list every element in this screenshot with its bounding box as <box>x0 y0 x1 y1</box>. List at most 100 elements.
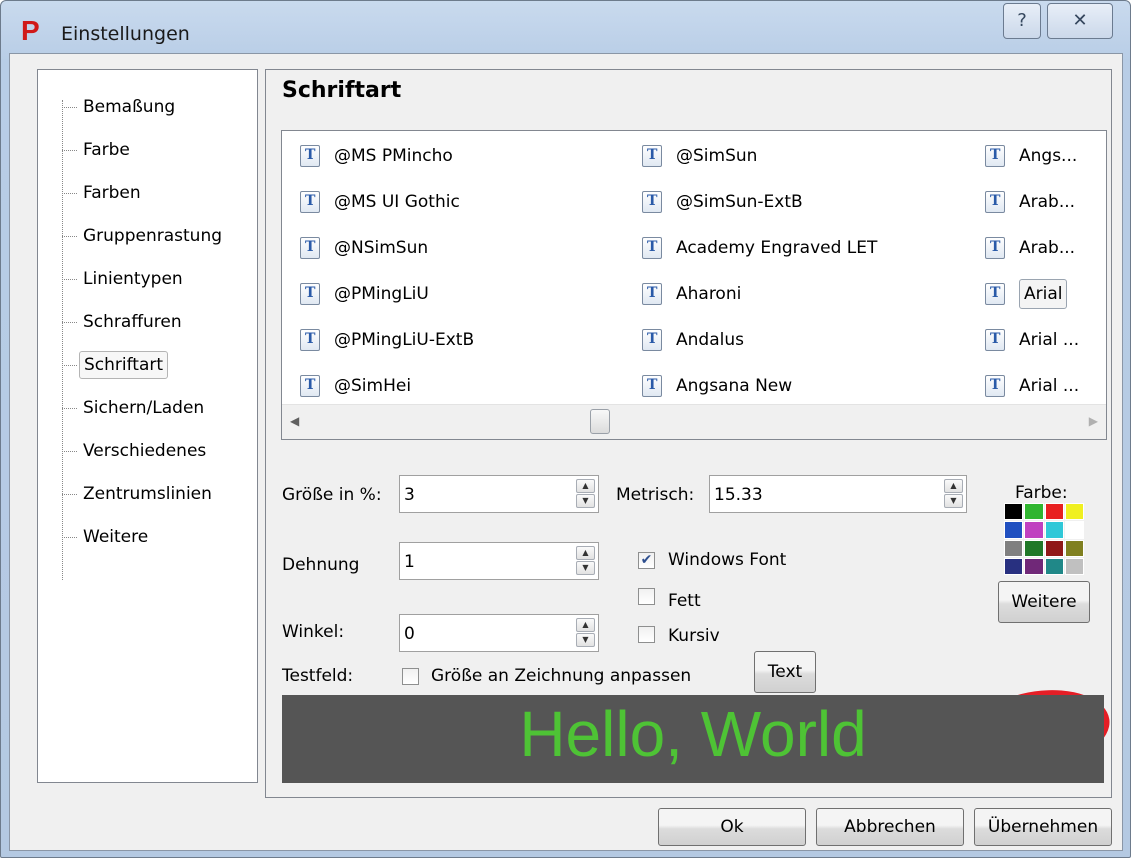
horizontal-scrollbar[interactable]: ◀ ▶ <box>282 404 1106 439</box>
spin-up-icon[interactable]: ▲ <box>576 479 595 493</box>
color-swatch[interactable] <box>1044 503 1064 521</box>
font-list-item[interactable]: @NSimSun <box>300 231 428 265</box>
angle-spinner[interactable]: 0 ▲ ▼ <box>399 614 599 652</box>
font-name: Arial ... <box>1019 376 1080 396</box>
font-list-item[interactable]: @MS UI Gothic <box>300 185 460 219</box>
color-palette[interactable] <box>1004 503 1084 575</box>
color-swatch[interactable] <box>1044 557 1064 575</box>
color-swatch[interactable] <box>1004 557 1024 575</box>
windows-font-checkbox[interactable]: ✔ <box>638 552 655 569</box>
close-button[interactable]: ✕ <box>1047 3 1113 39</box>
color-swatch[interactable] <box>1064 557 1084 575</box>
title-bar[interactable]: P Einstellungen ? ✕ <box>1 1 1130 61</box>
font-list-item[interactable]: Arab... <box>985 231 1075 265</box>
color-swatch[interactable] <box>1044 539 1064 557</box>
size-spinner[interactable]: 3 ▲ ▼ <box>399 475 599 513</box>
font-list-item[interactable]: @SimSun-ExtB <box>642 185 803 219</box>
metric-spinner[interactable]: 15.33 ▲ ▼ <box>709 475 967 513</box>
text-button[interactable]: Text <box>754 651 816 693</box>
color-swatch[interactable] <box>1044 521 1064 539</box>
font-list-item[interactable]: @PMingLiU-ExtB <box>300 323 474 357</box>
tree-connector <box>62 536 77 538</box>
italic-checkbox[interactable] <box>638 626 655 643</box>
truetype-font-icon <box>642 283 662 305</box>
font-list-item[interactable]: Aharoni <box>642 277 741 311</box>
tree-item[interactable]: Weitere <box>62 522 152 552</box>
color-swatch[interactable] <box>1064 539 1084 557</box>
scroll-right-icon[interactable]: ▶ <box>1089 414 1098 428</box>
font-list-item[interactable]: @SimHei <box>300 369 411 403</box>
help-button[interactable]: ? <box>1003 3 1041 39</box>
fit-to-drawing-checkbox[interactable] <box>402 668 419 685</box>
spin-up-icon[interactable]: ▲ <box>944 479 963 493</box>
spin-down-icon[interactable]: ▼ <box>576 494 595 508</box>
spin-up-icon[interactable]: ▲ <box>576 618 595 632</box>
spin-down-icon[interactable]: ▼ <box>576 561 595 575</box>
font-name: Arial ... <box>1019 330 1080 350</box>
apply-button[interactable]: Übernehmen <box>974 808 1112 846</box>
font-list-item[interactable]: @PMingLiU <box>300 277 429 311</box>
tree-item[interactable]: Farbe <box>62 135 134 165</box>
color-swatch[interactable] <box>1064 521 1084 539</box>
fit-to-drawing-label: Größe an Zeichnung anpassen <box>431 666 692 686</box>
color-swatch[interactable] <box>1024 557 1044 575</box>
font-list-item[interactable]: Arial ... <box>985 369 1079 403</box>
color-swatch[interactable] <box>1004 539 1024 557</box>
font-list-item[interactable]: Angsana New <box>642 369 792 403</box>
truetype-font-icon <box>985 237 1005 259</box>
tree-item[interactable]: Gruppenrastung <box>62 221 226 251</box>
color-swatch[interactable] <box>1004 521 1024 539</box>
tree-item[interactable]: Farben <box>62 178 145 208</box>
font-name: Andalus <box>676 330 744 350</box>
color-swatch[interactable] <box>1024 539 1044 557</box>
spin-up-icon[interactable]: ▲ <box>576 546 595 560</box>
windows-font-label: Windows Font <box>668 550 787 570</box>
spin-down-icon[interactable]: ▼ <box>576 633 595 647</box>
tree-item[interactable]: Linientypen <box>62 264 187 294</box>
ok-button[interactable]: Ok <box>658 808 806 846</box>
spin-down-icon[interactable]: ▼ <box>944 494 963 508</box>
tree-connector <box>62 235 77 237</box>
color-swatch[interactable] <box>1024 521 1044 539</box>
truetype-font-icon <box>300 191 320 213</box>
font-list-item[interactable]: Academy Engraved LET <box>642 231 877 265</box>
font-list-item[interactable]: Arial ... <box>985 323 1079 357</box>
more-colors-button[interactable]: Weitere <box>998 581 1090 623</box>
font-name: @PMingLiU <box>334 284 429 304</box>
tree-item[interactable]: Zentrumslinien <box>62 479 216 509</box>
font-name: Aharoni <box>676 284 742 304</box>
font-list-item[interactable]: Andalus <box>642 323 744 357</box>
tree-item[interactable]: Verschiedenes <box>62 436 210 466</box>
truetype-font-icon <box>300 145 320 167</box>
truetype-font-icon <box>300 375 320 397</box>
stretch-spinner[interactable]: 1 ▲ ▼ <box>399 542 599 580</box>
tree-item-label: Gruppenrastung <box>83 226 223 246</box>
color-swatch[interactable] <box>1004 503 1024 521</box>
font-name: @MS PMincho <box>334 146 453 166</box>
font-list-item[interactable]: Arial <box>985 277 1068 311</box>
tree-item-label: Bemaßung <box>83 97 176 117</box>
tree-item[interactable]: Schriftart <box>62 350 169 380</box>
truetype-font-icon <box>985 329 1005 351</box>
tree-item[interactable]: Bemaßung <box>62 92 179 122</box>
cancel-button[interactable]: Abbrechen <box>816 808 964 846</box>
font-list[interactable]: @MS PMincho @MS UI Gothic @NSimSun @PMingLi… <box>281 130 1107 440</box>
color-swatch[interactable] <box>1024 503 1044 521</box>
tree-item-label: Weitere <box>83 527 149 547</box>
color-swatch[interactable] <box>1064 503 1084 521</box>
tree-item[interactable]: Sichern/Laden <box>62 393 208 423</box>
font-name: Arab... <box>1019 238 1076 258</box>
category-tree[interactable]: Bemaßung Farbe Farben Gruppenrastung Linient… <box>37 69 258 783</box>
tree-item-label: Farben <box>83 183 141 203</box>
italic-label: Kursiv <box>668 626 720 646</box>
tree-item[interactable]: Schraffuren <box>62 307 186 337</box>
font-list-item[interactable]: @MS PMincho <box>300 139 453 173</box>
font-list-item[interactable]: @SimSun <box>642 139 757 173</box>
font-list-item[interactable]: Arab... <box>985 185 1075 219</box>
scroll-left-icon[interactable]: ◀ <box>290 414 299 428</box>
font-list-item[interactable]: Angs... <box>985 139 1077 173</box>
font-name: @SimSun <box>676 146 758 166</box>
scrollbar-thumb[interactable] <box>590 409 610 434</box>
bold-checkbox[interactable] <box>638 588 655 605</box>
tree-connector <box>62 149 77 151</box>
